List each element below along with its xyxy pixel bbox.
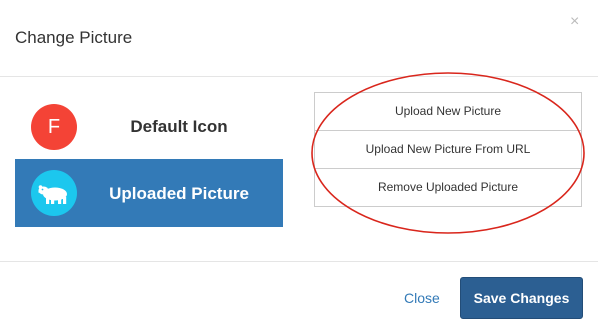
default-icon-option[interactable]: F Default Icon: [15, 92, 283, 159]
footer-divider: [0, 261, 598, 262]
change-picture-dialog: Change Picture × F Default Icon Uploaded…: [0, 0, 598, 335]
avatar: F: [31, 104, 77, 150]
picture-option-panel: F Default Icon Uploaded Picture: [15, 92, 283, 227]
uploaded-picture-label: Uploaded Picture: [109, 184, 249, 203]
default-icon-label: Default Icon: [130, 117, 228, 136]
uploaded-picture-option[interactable]: Uploaded Picture: [15, 159, 283, 227]
header-divider: [0, 76, 598, 77]
remove-uploaded-picture-button[interactable]: Remove Uploaded Picture: [314, 168, 582, 207]
upload-from-url-button[interactable]: Upload New Picture From URL: [314, 130, 582, 169]
picture-actions: Upload New Picture Upload New Picture Fr…: [314, 92, 582, 207]
upload-new-picture-button[interactable]: Upload New Picture: [314, 92, 582, 131]
dialog-title: Change Picture: [15, 28, 133, 47]
avatar-letter: F: [47, 116, 61, 138]
polar-bear-icon: [31, 170, 77, 216]
close-icon[interactable]: ×: [570, 14, 579, 30]
close-button[interactable]: Close: [404, 290, 440, 306]
save-changes-button[interactable]: Save Changes: [460, 277, 583, 319]
